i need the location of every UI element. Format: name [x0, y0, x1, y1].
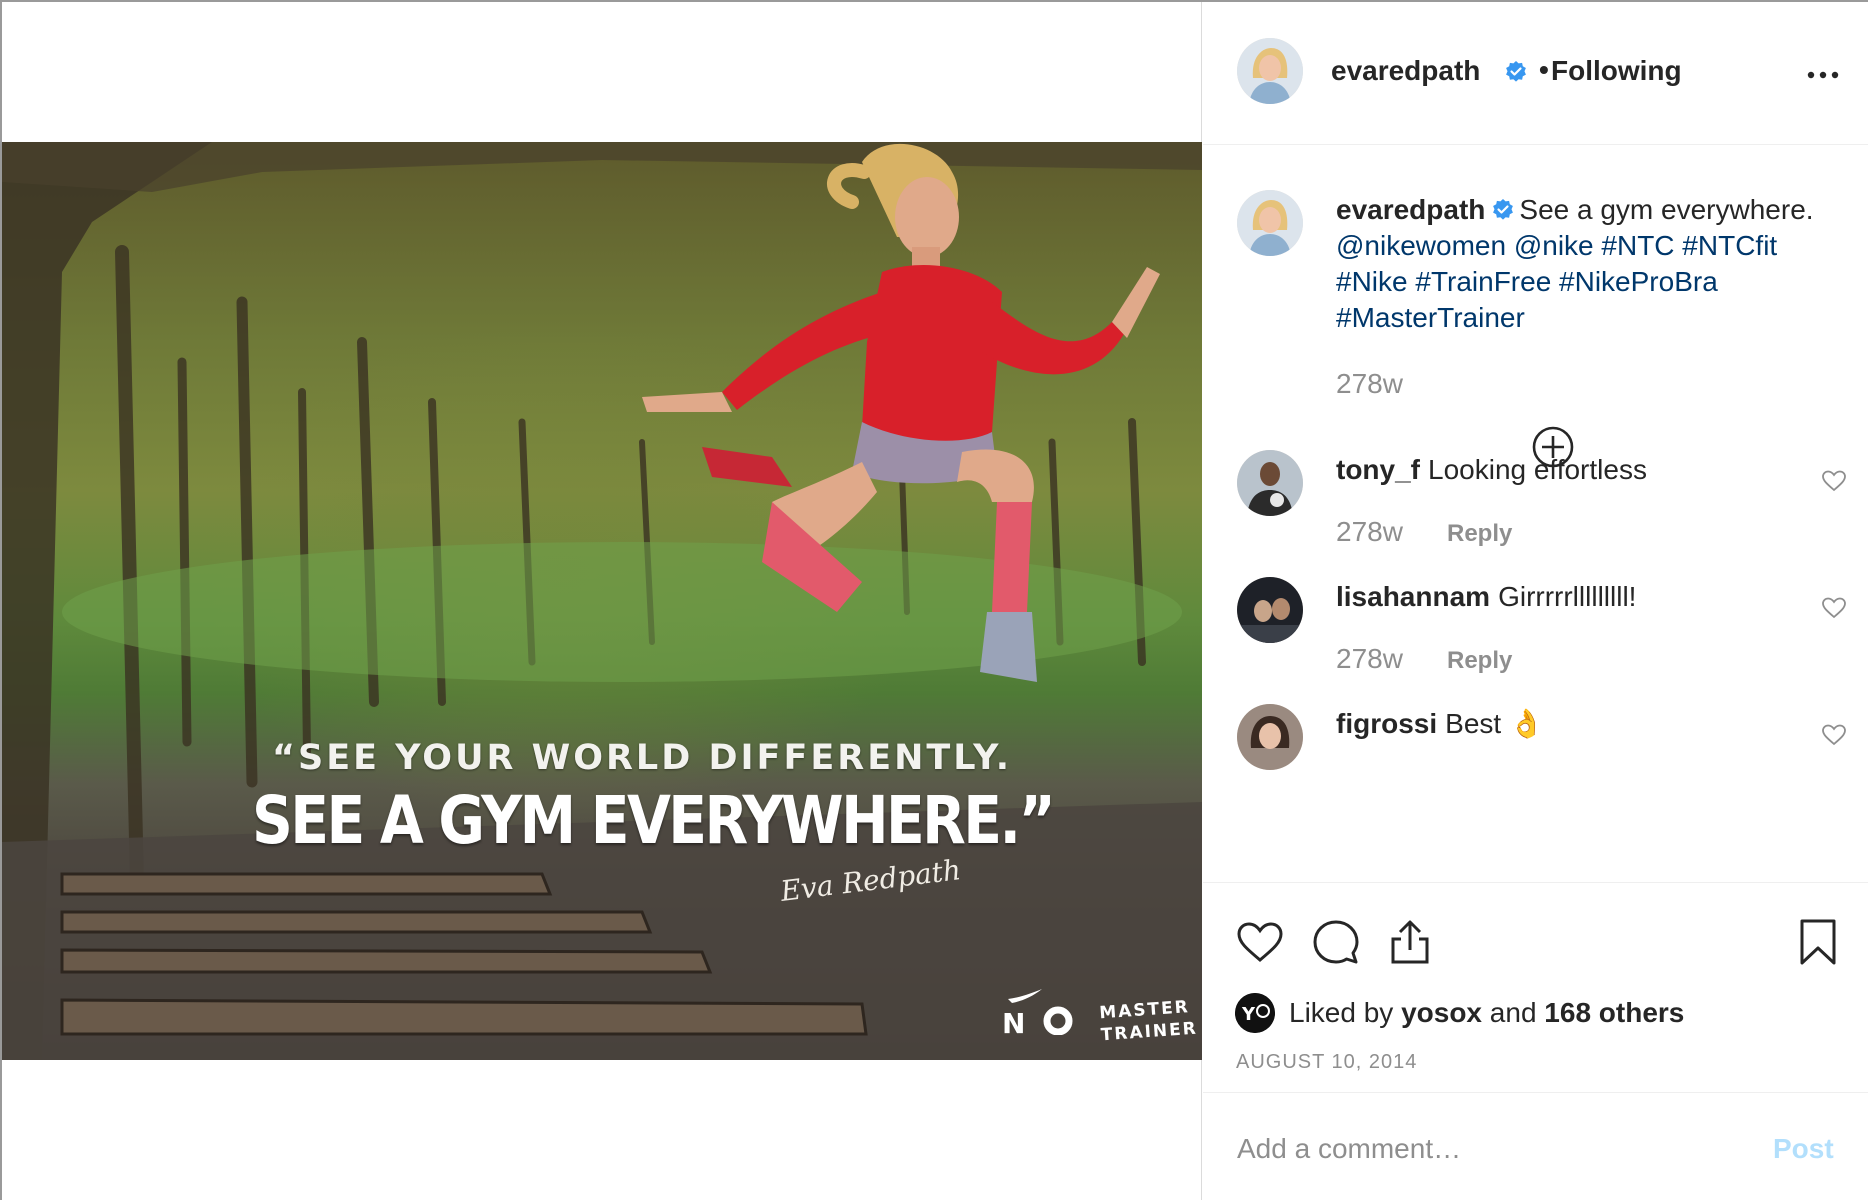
svg-text:Y: Y: [1241, 1004, 1256, 1025]
heart-icon[interactable]: [1821, 595, 1847, 621]
comment-username[interactable]: lisahannam: [1336, 581, 1490, 612]
caption-avatar[interactable]: [1237, 190, 1303, 256]
likes-prefix: Liked by: [1289, 997, 1394, 1028]
post-comment-button[interactable]: Post: [1773, 1133, 1834, 1165]
post-header: evaredpath • Following: [1203, 2, 1868, 145]
caption-body: See a gym everywhere.: [1519, 194, 1814, 225]
photo-scene: [2, 142, 1202, 1060]
comments-list[interactable]: evaredpath See a gym everywhere. @nikewo…: [1203, 146, 1868, 882]
comment-time: 278w: [1336, 516, 1403, 547]
comment-body: Best 👌: [1445, 708, 1544, 739]
nike-master-trainer-badge: N MASTER TRAINER: [1002, 987, 1198, 1047]
heart-icon[interactable]: [1235, 917, 1285, 967]
reply-button[interactable]: Reply: [1447, 520, 1512, 548]
comment-body: Looking effortless: [1428, 454, 1647, 485]
caption-hashtags[interactable]: @nikewomen @nike #NTC #NTCfit #Nike #Tra…: [1336, 230, 1777, 333]
post-date[interactable]: AUGUST 10, 2014: [1236, 1051, 1417, 1074]
liker-username[interactable]: yosox: [1401, 997, 1482, 1028]
likes-others-link[interactable]: 168 others: [1544, 997, 1684, 1028]
comment-body: Girrrrrlllllllll!: [1498, 581, 1637, 612]
caption-text: evaredpath See a gym everywhere. @nikewo…: [1336, 192, 1846, 336]
caption-username[interactable]: evaredpath: [1336, 194, 1485, 225]
nike-swoosh-ntc-logo-icon: N: [1002, 989, 1073, 1035]
comment-icon[interactable]: [1311, 917, 1361, 967]
comment-item: figrossi Best 👌: [1203, 704, 1868, 854]
comment-text: lisahannam Girrrrrlllllllll!: [1336, 579, 1636, 615]
caption-time: 278w: [1336, 368, 1403, 399]
author-username[interactable]: evaredpath: [1331, 55, 1480, 87]
photo-quote-line2: SEE A GYM EVERYWHERE.”: [252, 782, 1056, 859]
bookmark-icon[interactable]: [1793, 917, 1843, 967]
media-pane: “SEE YOUR WORLD DIFFERENTLY. SEE A GYM E…: [2, 2, 1202, 1200]
add-comment-bar: Post: [1203, 1092, 1868, 1200]
comment-text: figrossi Best 👌: [1336, 706, 1544, 742]
comment-input[interactable]: [1237, 1127, 1717, 1171]
commenter-avatar[interactable]: [1237, 704, 1303, 770]
heart-icon[interactable]: [1821, 468, 1847, 494]
verified-badge-icon: [1506, 61, 1526, 82]
likes-text: Liked by yosox and 168 others: [1289, 997, 1684, 1029]
commenter-avatar[interactable]: [1237, 577, 1303, 643]
author-avatar[interactable]: [1237, 38, 1303, 104]
post-photo[interactable]: “SEE YOUR WORLD DIFFERENTLY. SEE A GYM E…: [2, 142, 1202, 1060]
likes-and: and: [1489, 997, 1537, 1028]
liker-avatar[interactable]: Y: [1235, 993, 1275, 1033]
header-separator: •: [1539, 54, 1549, 85]
post-actions: Y Liked by yosox and 168 others AUGUST 1…: [1203, 882, 1868, 1092]
svg-text:N: N: [1002, 1007, 1025, 1035]
comment-username[interactable]: figrossi: [1336, 708, 1437, 739]
share-icon[interactable]: [1385, 917, 1435, 967]
comment-text: tony_f Looking effortless: [1336, 452, 1647, 488]
comment-time: 278w: [1336, 643, 1403, 674]
heart-icon[interactable]: [1821, 722, 1847, 748]
badge-text: MASTER TRAINER: [1099, 996, 1199, 1047]
post-sidebar: evaredpath • Following evaredpath See a …: [1203, 2, 1868, 1200]
photo-quote-line1: “SEE YOUR WORLD DIFFERENTLY.: [272, 738, 1012, 778]
verified-badge-icon: [1493, 199, 1514, 220]
commenter-avatar[interactable]: [1237, 450, 1303, 516]
comment-username[interactable]: tony_f: [1336, 454, 1420, 485]
following-button[interactable]: Following: [1551, 55, 1682, 87]
more-options-icon[interactable]: [1803, 60, 1843, 90]
reply-button[interactable]: Reply: [1447, 647, 1512, 675]
